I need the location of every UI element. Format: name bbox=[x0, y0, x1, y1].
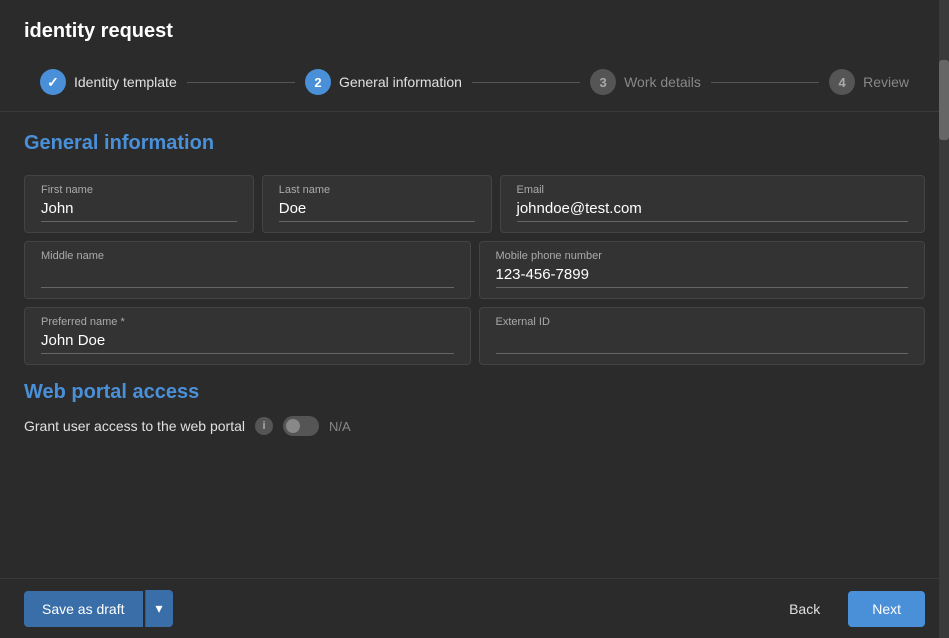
mobile-phone-label: Mobile phone number bbox=[496, 250, 909, 262]
step-work-details[interactable]: 3 Work details bbox=[590, 69, 701, 95]
header: identity request bbox=[0, 0, 949, 53]
step-number-4: 4 bbox=[838, 75, 845, 90]
email-label: Email bbox=[517, 184, 909, 196]
page-title: identity request bbox=[24, 20, 173, 42]
web-portal-section: Web portal access Grant user access to t… bbox=[24, 381, 925, 436]
scrollbar[interactable] bbox=[939, 0, 949, 638]
mobile-phone-field[interactable]: Mobile phone number 123-456-7899 bbox=[479, 241, 926, 299]
first-name-value[interactable]: John bbox=[41, 200, 237, 222]
scrollbar-thumb[interactable] bbox=[939, 60, 949, 140]
portal-access-row: Grant user access to the web portal i N/… bbox=[24, 416, 925, 436]
middle-name-value[interactable] bbox=[41, 266, 454, 288]
connector-2 bbox=[472, 82, 580, 83]
step-number-2: 2 bbox=[314, 75, 321, 90]
step-label-3: Work details bbox=[624, 74, 701, 90]
page-container: identity request ✓ Identity template 2 G… bbox=[0, 0, 949, 638]
preferred-name-value[interactable]: John Doe bbox=[41, 332, 454, 354]
email-value[interactable]: johndoe@test.com bbox=[517, 200, 909, 222]
connector-1 bbox=[187, 82, 295, 83]
dropdown-chevron-icon: ▾ bbox=[156, 600, 163, 616]
step-circle-3: 3 bbox=[590, 69, 616, 95]
form-row-1: First name John Last name Doe Email john… bbox=[24, 175, 925, 233]
step-number-3: 3 bbox=[599, 75, 606, 90]
step-label-1: Identity template bbox=[74, 74, 177, 90]
stepper: ✓ Identity template 2 General informatio… bbox=[0, 53, 949, 112]
form-row-2: Middle name Mobile phone number 123-456-… bbox=[24, 241, 925, 299]
last-name-field[interactable]: Last name Doe bbox=[262, 175, 492, 233]
next-button[interactable]: Next bbox=[848, 591, 925, 627]
external-id-value[interactable] bbox=[496, 332, 909, 354]
footer-right: Back Next bbox=[771, 591, 925, 627]
step-label-2: General information bbox=[339, 74, 462, 90]
step-identity-template[interactable]: ✓ Identity template bbox=[40, 69, 177, 95]
toggle-knob bbox=[286, 419, 300, 433]
grant-access-label: Grant user access to the web portal bbox=[24, 418, 245, 434]
last-name-value[interactable]: Doe bbox=[279, 200, 475, 222]
footer: Save as draft ▾ Back Next bbox=[0, 578, 949, 638]
form-row-3: Preferred name * John Doe External ID bbox=[24, 307, 925, 365]
na-label: N/A bbox=[329, 419, 351, 434]
checkmark-icon: ✓ bbox=[47, 74, 59, 91]
general-info-section-title: General information bbox=[24, 132, 925, 155]
step-review[interactable]: 4 Review bbox=[829, 69, 909, 95]
mobile-phone-value[interactable]: 123-456-7899 bbox=[496, 266, 909, 288]
step-circle-2: 2 bbox=[305, 69, 331, 95]
main-content: General information First name John Last… bbox=[0, 112, 949, 578]
step-label-4: Review bbox=[863, 74, 909, 90]
save-draft-button[interactable]: Save as draft bbox=[24, 591, 143, 627]
save-draft-dropdown-button[interactable]: ▾ bbox=[145, 590, 173, 627]
email-field[interactable]: Email johndoe@test.com bbox=[500, 175, 926, 233]
first-name-field[interactable]: First name John bbox=[24, 175, 254, 233]
preferred-name-label: Preferred name * bbox=[41, 316, 454, 328]
back-button[interactable]: Back bbox=[771, 591, 838, 627]
step-circle-4: 4 bbox=[829, 69, 855, 95]
last-name-label: Last name bbox=[279, 184, 475, 196]
first-name-label: First name bbox=[41, 184, 237, 196]
external-id-field[interactable]: External ID bbox=[479, 307, 926, 365]
info-icon[interactable]: i bbox=[255, 417, 273, 435]
portal-access-toggle[interactable] bbox=[283, 416, 319, 436]
connector-3 bbox=[711, 82, 819, 83]
middle-name-field[interactable]: Middle name bbox=[24, 241, 471, 299]
middle-name-label: Middle name bbox=[41, 250, 454, 262]
footer-left: Save as draft ▾ bbox=[24, 590, 173, 627]
step-circle-1: ✓ bbox=[40, 69, 66, 95]
step-general-information[interactable]: 2 General information bbox=[305, 69, 462, 95]
external-id-label: External ID bbox=[496, 316, 909, 328]
preferred-name-field[interactable]: Preferred name * John Doe bbox=[24, 307, 471, 365]
web-portal-title: Web portal access bbox=[24, 381, 925, 404]
